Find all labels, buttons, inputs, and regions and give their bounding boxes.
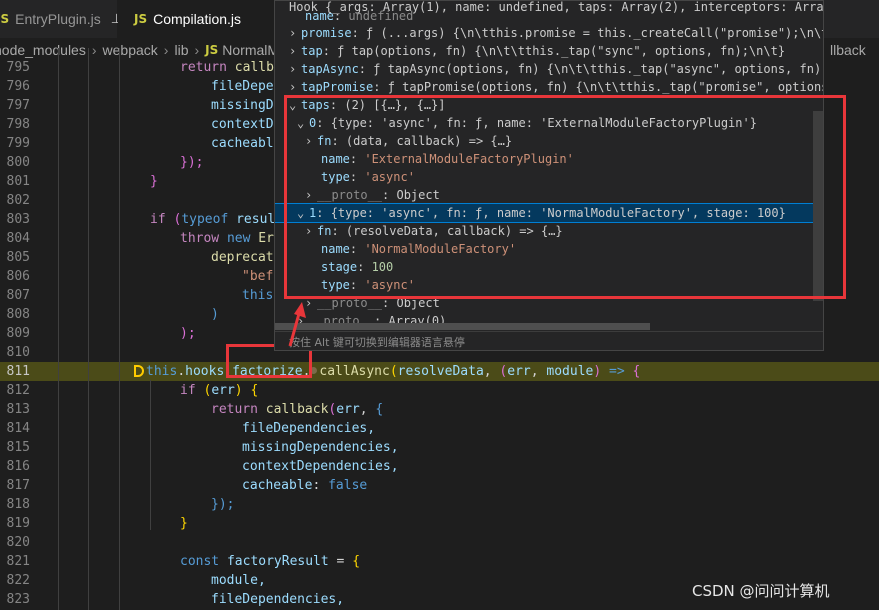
- property-tapasync[interactable]: › tapAsync: ƒ tapAsync(options, fn) {\n\t…: [275, 60, 823, 78]
- tab-label: Compilation.js: [153, 11, 242, 27]
- indent-guide: [58, 48, 59, 610]
- line-number: 813: [6, 402, 30, 417]
- line-number: 818: [6, 497, 30, 512]
- line-number: 811: [6, 364, 30, 379]
- indent-guide: [88, 48, 89, 610]
- code-text: );: [180, 326, 196, 341]
- line-number: 819: [6, 516, 30, 531]
- line-number: 808: [6, 307, 30, 322]
- code-text: });: [211, 497, 235, 512]
- code-line: 814 fileDependencies,: [0, 419, 879, 438]
- line-number: 807: [6, 288, 30, 303]
- chevron-right-icon[interactable]: ›: [289, 60, 301, 78]
- code-text: }: [150, 174, 158, 189]
- chevron-right-icon[interactable]: ›: [289, 42, 301, 60]
- indent-guide: [150, 380, 151, 530]
- line-number: 798: [6, 117, 30, 132]
- property-tap[interactable]: › tap: ƒ tap(options, fn) {\n\t\tthis._ta…: [275, 42, 823, 60]
- line-number: 815: [6, 440, 30, 455]
- line-number: 809: [6, 326, 30, 341]
- line-number: 805: [6, 250, 30, 265]
- code-line: 820: [0, 533, 879, 552]
- line-number: 806: [6, 269, 30, 284]
- tab-entryplugin[interactable]: JS EntryPlugin.js ⊥: [0, 0, 122, 38]
- line-number: 822: [6, 573, 30, 588]
- tab-label: EntryPlugin.js: [15, 11, 101, 27]
- code-text: }: [180, 516, 188, 531]
- line-number: 803: [6, 212, 30, 227]
- line-number: 817: [6, 478, 30, 493]
- code-text: deprecat: [211, 250, 274, 265]
- code-text: "bef: [242, 269, 274, 284]
- code-text: fileDepe: [211, 79, 274, 94]
- watermark: CSDN @问问计算机: [692, 582, 830, 600]
- code-text: fileDependencies,: [242, 421, 376, 436]
- js-file-icon: JS: [134, 12, 148, 26]
- property-name: name: undefined: [305, 9, 414, 23]
- code-line: 821 const factoryResult = {: [0, 552, 879, 571]
- annotation-arrow-icon: [288, 302, 306, 347]
- line-number: 823: [6, 592, 30, 607]
- code-text: cacheabl: [211, 136, 274, 151]
- line-number: 797: [6, 98, 30, 113]
- code-text: fileDependencies,: [211, 592, 345, 607]
- annotation-box-taps: [284, 95, 846, 299]
- line-number: 810: [6, 345, 30, 360]
- property-promise[interactable]: › promise: ƒ (...args) {\n\tthis.promise …: [275, 24, 823, 42]
- property-tappromise[interactable]: › tapPromise: ƒ tapPromise(options, fn) {…: [275, 78, 823, 96]
- code-line: 815 missingDependencies,: [0, 438, 879, 457]
- tab-compilation[interactable]: JS Compilation.js: [118, 0, 276, 38]
- line-number: 814: [6, 421, 30, 436]
- code-text: contextD: [211, 117, 274, 132]
- code-line: 819}: [0, 514, 879, 533]
- code-line: 813 return callback(err, {: [0, 400, 879, 419]
- code-text: ): [211, 307, 219, 322]
- line-number: 799: [6, 136, 30, 151]
- code-text: module,: [211, 573, 266, 588]
- line-number: 804: [6, 231, 30, 246]
- js-file-icon: JS: [0, 12, 10, 26]
- line-number: 801: [6, 174, 30, 189]
- indent-guide: [119, 48, 120, 610]
- code-text: missingDependencies,: [242, 440, 399, 455]
- code-line: 812 if (err) {: [0, 381, 879, 400]
- code-text: });: [180, 155, 204, 170]
- line-number: 795: [6, 60, 30, 75]
- code-text: missingD: [211, 98, 274, 113]
- chevron-right-icon[interactable]: ›: [289, 24, 301, 42]
- popup-footer-hint: 按住 Alt 键可切换到编辑器语言悬停: [275, 331, 823, 350]
- horizontal-scrollbar[interactable]: [275, 323, 650, 330]
- code-line: 816 contextDependencies,: [0, 457, 879, 476]
- line-number: 802: [6, 193, 30, 208]
- code-line: 818});: [0, 495, 879, 514]
- line-number: 821: [6, 554, 30, 569]
- line-number: 820: [6, 535, 30, 550]
- code-text: this: [242, 288, 274, 303]
- line-number: 800: [6, 155, 30, 170]
- code-line: 817 cacheable: false: [0, 476, 879, 495]
- code-text: contextDependencies,: [242, 459, 399, 474]
- current-line: 811 this.hooks.factorize. callAsync(resolv…: [0, 362, 879, 381]
- line-number: 816: [6, 459, 30, 474]
- line-number: 812: [6, 383, 30, 398]
- chevron-right-icon[interactable]: ›: [289, 78, 301, 96]
- breakpoint-icon[interactable]: [134, 365, 144, 377]
- line-number: 796: [6, 79, 30, 94]
